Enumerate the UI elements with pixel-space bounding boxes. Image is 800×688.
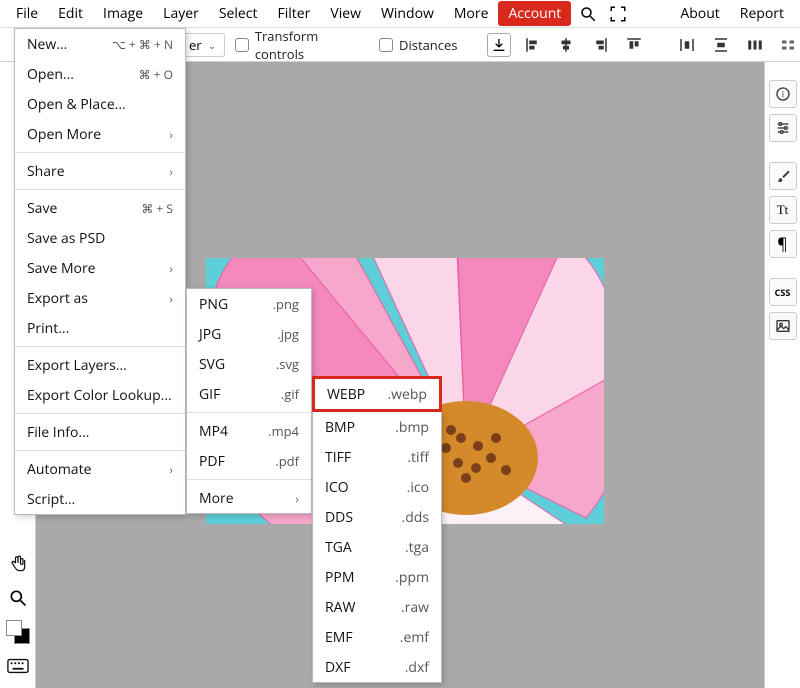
menu-image[interactable]: Image [93,0,153,27]
align-left-icon[interactable] [521,33,545,57]
distribute-spacing-icon[interactable] [743,33,767,57]
transform-controls-checkbox[interactable]: Transform controls [235,27,369,63]
export-mp4[interactable]: MP4.mp4 [187,416,311,446]
more-options-icon[interactable] [776,33,800,57]
distances-checkbox[interactable]: Distances [379,36,457,54]
info-panel-icon[interactable]: i [769,80,797,108]
export-png[interactable]: PNG.png [187,289,311,319]
export-svg[interactable]: SVG.svg [187,349,311,379]
divider [15,450,185,451]
fullscreen-icon[interactable] [605,1,631,27]
export-raw[interactable]: RAW.raw [313,592,441,622]
keyboard-icon[interactable] [4,652,32,680]
menu-layer[interactable]: Layer [153,0,209,27]
file-automate[interactable]: Automate› [15,454,185,484]
menu-about[interactable]: About [670,0,729,27]
export-tga[interactable]: TGA.tga [313,532,441,562]
export-tiff[interactable]: TIFF.tiff [313,442,441,472]
divider [15,346,185,347]
export-ico[interactable]: ICO.ico [313,472,441,502]
menu-select[interactable]: Select [209,0,268,27]
align-right-icon[interactable] [588,33,612,57]
divider [187,412,311,413]
align-hcenter-icon[interactable] [555,33,579,57]
image-panel-icon[interactable] [769,312,797,340]
svg-text:i: i [781,88,783,100]
export-bmp[interactable]: BMP.bmp [313,412,441,442]
zoom-tool-icon[interactable] [4,584,32,612]
file-share[interactable]: Share› [15,156,185,186]
hand-tool-icon[interactable] [4,550,32,578]
menubar: File Edit Image Layer Select Filter View… [0,0,800,28]
text-panel-icon[interactable]: Tt [769,196,797,224]
file-export-clut[interactable]: Export Color Lookup... [15,380,185,410]
menu-report[interactable]: Report [730,0,794,27]
checkbox-icon [379,38,393,52]
transform-controls-label: Transform controls [255,27,369,63]
export-ppm[interactable]: PPM.ppm [313,562,441,592]
adjustments-panel-icon[interactable] [769,114,797,142]
chevron-right-icon: › [169,260,173,277]
menu-account[interactable]: Account [498,1,571,26]
export-dxf[interactable]: DXF.dxf [313,652,441,682]
chevron-down-icon: ⌄ [208,38,216,52]
menu-more[interactable]: More [444,0,499,27]
distribute-v-icon[interactable] [709,33,733,57]
file-open-place[interactable]: Open & Place... [15,89,185,119]
order-select-label: er [189,36,202,54]
menu-view[interactable]: View [320,0,371,27]
menu-filter[interactable]: Filter [267,0,320,27]
file-script[interactable]: Script... [15,484,185,514]
menu-window[interactable]: Window [371,0,444,27]
file-export-as[interactable]: Export as› [15,283,185,313]
export-webp[interactable]: WEBP.webp [312,376,442,412]
distances-label: Distances [399,36,457,54]
file-save-psd[interactable]: Save as PSD [15,223,185,253]
divider [187,479,311,480]
export-more-dropdown: BMP.bmp TIFF.tiff ICO.ico DDS.dds TGA.tg… [312,412,442,683]
export-pdf[interactable]: PDF.pdf [187,446,311,476]
chevron-right-icon: › [295,490,299,507]
file-save[interactable]: Save⌘ + S [15,193,185,223]
align-top-icon[interactable] [622,33,646,57]
brush-panel-icon[interactable] [769,162,797,190]
menu-edit[interactable]: Edit [48,0,93,27]
search-icon[interactable] [575,1,601,27]
checkbox-icon [235,38,249,52]
chevron-right-icon: › [169,290,173,307]
file-open[interactable]: Open...⌘ + O [15,59,185,89]
paragraph-panel-icon[interactable]: ¶ [769,230,797,258]
color-swatches[interactable] [4,618,32,646]
file-export-layers[interactable]: Export Layers... [15,350,185,380]
export-emf[interactable]: EMF.emf [313,622,441,652]
order-select[interactable]: er ⌄ [180,33,225,57]
file-dropdown: New...⌥ + ⌘ + N Open...⌘ + O Open & Plac… [14,28,186,515]
file-info[interactable]: File Info... [15,417,185,447]
chevron-right-icon: › [169,163,173,180]
file-open-more[interactable]: Open More› [15,119,185,149]
distribute-h-icon[interactable] [675,33,699,57]
file-print[interactable]: Print... [15,313,185,343]
export-jpg[interactable]: JPG.jpg [187,319,311,349]
right-sidebar: i Tt ¶ CSS [764,62,800,688]
file-save-more[interactable]: Save More› [15,253,185,283]
file-new[interactable]: New...⌥ + ⌘ + N [15,29,185,59]
chevron-right-icon: › [169,461,173,478]
css-panel-icon[interactable]: CSS [769,278,797,306]
export-as-dropdown: PNG.png JPG.jpg SVG.svg GIF.gif MP4.mp4 … [186,288,312,514]
menu-file[interactable]: File [6,0,48,27]
export-more[interactable]: More› [187,483,311,513]
download-icon[interactable] [487,33,511,57]
divider [15,413,185,414]
divider [15,152,185,153]
divider [15,189,185,190]
export-dds[interactable]: DDS.dds [313,502,441,532]
export-gif[interactable]: GIF.gif [187,379,311,409]
chevron-right-icon: › [169,126,173,143]
